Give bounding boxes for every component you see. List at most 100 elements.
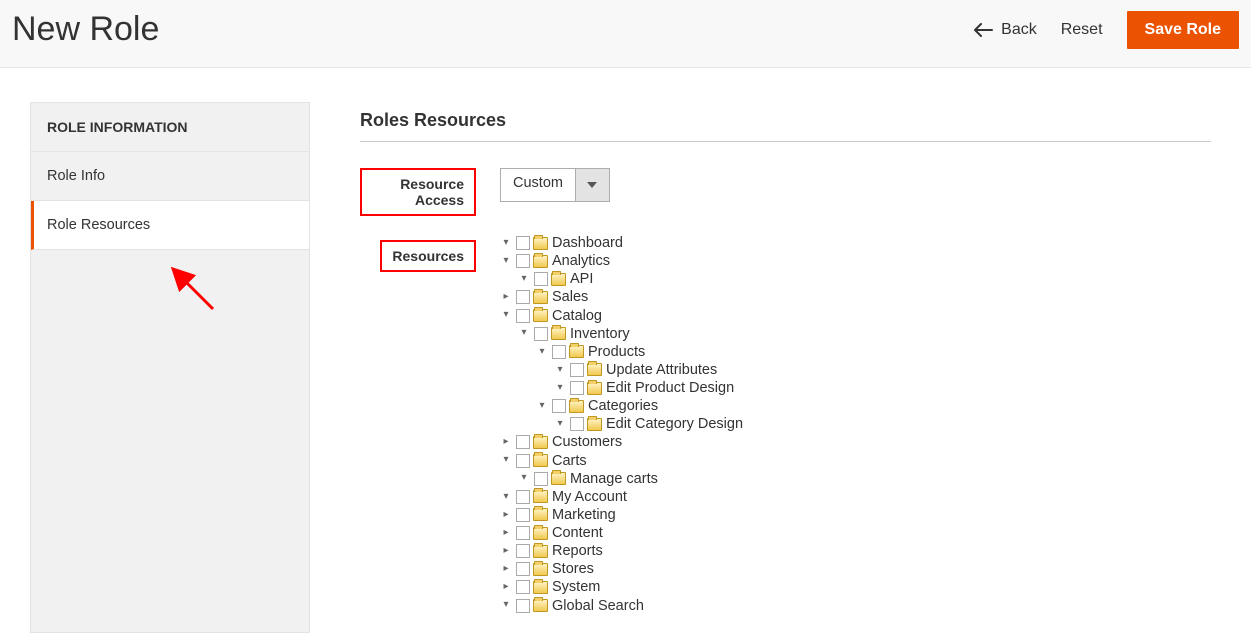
resource-access-select[interactable]: Custom [500, 168, 610, 202]
tree-toggle-icon[interactable]: ▾ [500, 454, 512, 467]
tree-label: Manage carts [570, 470, 658, 488]
checkbox[interactable] [516, 508, 530, 522]
tree-label: Edit Category Design [606, 415, 743, 433]
tree-toggle-icon[interactable]: ▾ [554, 382, 566, 395]
tree-toggle-icon[interactable]: ▾ [536, 400, 548, 413]
checkbox[interactable] [534, 272, 548, 286]
checkbox[interactable] [516, 490, 530, 504]
tree-toggle-icon[interactable]: ▾ [500, 599, 512, 612]
back-label: Back [1001, 21, 1037, 39]
tree-node-manage-carts[interactable]: ▾ Manage carts [518, 470, 743, 488]
tree-node-marketing[interactable]: ▸ Marketing [500, 506, 743, 524]
tree-node-edit-category-design[interactable]: ▾ Edit Category Design [554, 415, 743, 433]
tree-node-categories[interactable]: ▾ Categories [536, 397, 743, 415]
tree-node-update-attributes[interactable]: ▾ Update Attributes [554, 361, 743, 379]
checkbox[interactable] [516, 599, 530, 613]
folder-icon [551, 273, 566, 286]
tree-toggle-icon[interactable]: ▾ [500, 309, 512, 322]
tree-toggle-icon[interactable]: ▾ [536, 346, 548, 359]
tree-node-content[interactable]: ▸ Content [500, 524, 743, 542]
tree-label: System [552, 578, 600, 596]
tree-node-api[interactable]: ▾ API [518, 270, 743, 288]
checkbox[interactable] [516, 526, 530, 540]
folder-icon [533, 309, 548, 322]
tree-node-global-search[interactable]: ▾ Global Search [500, 597, 743, 615]
folder-icon [551, 472, 566, 485]
sidebar-header: ROLE INFORMATION [31, 103, 309, 152]
folder-icon [533, 255, 548, 268]
tree-node-analytics[interactable]: ▾ Analytics [500, 252, 743, 270]
tree-label: Analytics [552, 252, 610, 270]
folder-icon [587, 418, 602, 431]
folder-icon [569, 345, 584, 358]
tree-toggle-icon[interactable]: ▸ [500, 581, 512, 594]
tree-toggle-icon[interactable]: ▸ [500, 545, 512, 558]
checkbox[interactable] [534, 327, 548, 341]
checkbox[interactable] [534, 472, 548, 486]
sidebar-item-role-resources[interactable]: Role Resources [31, 201, 309, 250]
tree-node-sales[interactable]: ▸ Sales [500, 288, 743, 306]
tree-toggle-icon[interactable]: ▸ [500, 291, 512, 304]
tree-node-system[interactable]: ▸ System [500, 578, 743, 596]
tree-toggle-icon[interactable]: ▾ [554, 418, 566, 431]
tree-toggle-icon[interactable]: ▸ [500, 509, 512, 522]
folder-icon [587, 382, 602, 395]
folder-icon [533, 237, 548, 250]
resource-access-label: Resource Access [360, 168, 476, 216]
tree-label: Sales [552, 288, 588, 306]
checkbox[interactable] [552, 345, 566, 359]
checkbox[interactable] [516, 236, 530, 250]
checkbox[interactable] [516, 580, 530, 594]
tree-label: My Account [552, 488, 627, 506]
checkbox[interactable] [516, 254, 530, 268]
checkbox[interactable] [570, 417, 584, 431]
tree-node-carts[interactable]: ▾ Carts [500, 452, 743, 470]
tree-toggle-icon[interactable]: ▸ [500, 436, 512, 449]
folder-icon [533, 291, 548, 304]
checkbox[interactable] [516, 454, 530, 468]
back-button[interactable]: Back [973, 21, 1037, 39]
tree-node-customers[interactable]: ▸ Customers [500, 433, 743, 451]
folder-icon [533, 454, 548, 467]
chevron-down-icon [575, 169, 609, 201]
checkbox[interactable] [516, 435, 530, 449]
tree-toggle-icon[interactable]: ▾ [500, 237, 512, 250]
save-role-button[interactable]: Save Role [1127, 11, 1239, 49]
resources-label: Resources [380, 240, 476, 272]
tree-node-my-account[interactable]: ▾ My Account [500, 488, 743, 506]
folder-icon [533, 436, 548, 449]
tree-toggle-icon[interactable]: ▾ [518, 472, 530, 485]
checkbox[interactable] [516, 544, 530, 558]
checkbox[interactable] [516, 309, 530, 323]
checkbox[interactable] [570, 363, 584, 377]
folder-icon [533, 527, 548, 540]
tree-toggle-icon[interactable]: ▾ [518, 273, 530, 286]
tree-node-catalog[interactable]: ▾ Catalog [500, 307, 743, 325]
tree-node-inventory[interactable]: ▾ Inventory [518, 325, 743, 343]
tree-node-reports[interactable]: ▸ Reports [500, 542, 743, 560]
checkbox[interactable] [570, 381, 584, 395]
select-value: Custom [501, 169, 575, 201]
resource-tree: ▾ Dashboard ▾ Analytics [500, 234, 743, 615]
tree-label: Inventory [570, 325, 630, 343]
tree-node-edit-product-design[interactable]: ▾ Edit Product Design [554, 379, 743, 397]
sidebar-item-role-info[interactable]: Role Info [31, 152, 309, 201]
tree-toggle-icon[interactable]: ▾ [500, 491, 512, 504]
tree-toggle-icon[interactable]: ▾ [518, 327, 530, 340]
tree-node-dashboard[interactable]: ▾ Dashboard [500, 234, 743, 252]
tree-toggle-icon[interactable]: ▸ [500, 563, 512, 576]
folder-icon [533, 581, 548, 594]
checkbox[interactable] [552, 399, 566, 413]
tree-toggle-icon[interactable]: ▾ [554, 364, 566, 377]
checkbox[interactable] [516, 290, 530, 304]
tree-label: Marketing [552, 506, 616, 524]
reset-button[interactable]: Reset [1061, 21, 1103, 39]
tree-toggle-icon[interactable]: ▸ [500, 527, 512, 540]
folder-icon [533, 599, 548, 612]
tree-toggle-icon[interactable]: ▾ [500, 255, 512, 268]
tree-node-products[interactable]: ▾ Products [536, 343, 743, 361]
tree-node-stores[interactable]: ▸ Stores [500, 560, 743, 578]
tree-label: Content [552, 524, 603, 542]
section-title: Roles Resources [360, 110, 1211, 131]
checkbox[interactable] [516, 562, 530, 576]
